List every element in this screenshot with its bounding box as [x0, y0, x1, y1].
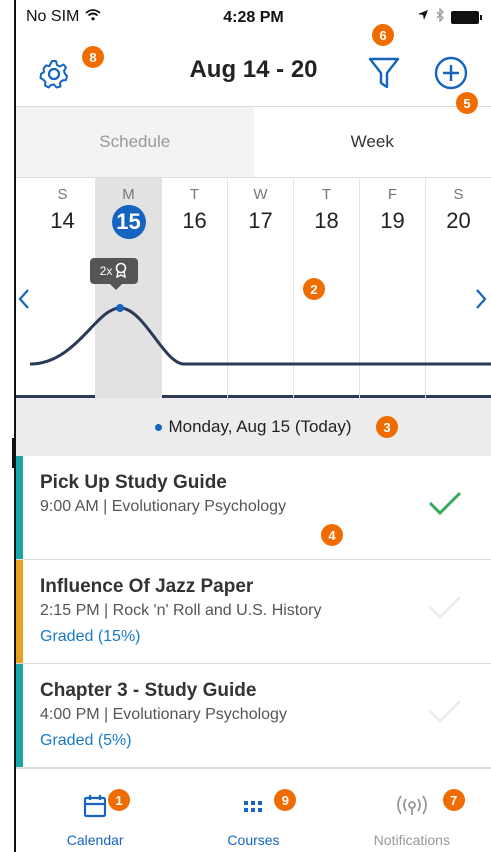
tab-notifications[interactable]: Notifications 7	[333, 769, 491, 852]
tab-calendar[interactable]: Calendar 1	[16, 769, 174, 852]
task-color-bar	[16, 456, 23, 559]
task-graded: Graded (15%)	[40, 628, 141, 645]
broadcast-icon	[396, 795, 428, 824]
date-section-label: Monday, Aug 15 (Today)	[168, 417, 352, 436]
calendar-icon	[82, 793, 108, 824]
workload-tooltip: 2x	[90, 258, 138, 290]
workload-curve	[29, 304, 491, 366]
bottom-tab-bar: Calendar 1 Courses 9 Notifications 7	[16, 768, 491, 852]
tooltip-count: 2x	[99, 264, 113, 278]
tab-week[interactable]: Week	[253, 107, 491, 177]
task-meta: 4:00 PM | Evolutionary Psychology	[40, 706, 287, 723]
tab-courses[interactable]: Courses 9	[174, 769, 332, 852]
today-dot	[155, 423, 163, 431]
task-title: Chapter 3 - Study Guide	[40, 680, 257, 701]
status-bar: No SIM 4:28 PM	[16, 0, 491, 34]
tab-label: Courses	[227, 832, 280, 848]
battery-icon	[451, 10, 482, 24]
date-section-header: Monday, Aug 15 (Today) 3	[16, 398, 491, 456]
tab-label: Notifications	[373, 832, 450, 848]
curve-peak-dot	[116, 304, 124, 312]
status-time: 4:28 PM	[223, 9, 284, 26]
badge-2: 2	[303, 278, 325, 300]
task-meta: 9:00 AM | Evolutionary Psychology	[40, 498, 287, 515]
badge-4: 4	[321, 524, 343, 546]
badge-1: 1	[108, 789, 130, 811]
task-title: Pick Up Study Guide	[40, 472, 227, 493]
app-screen: No SIM 4:28 PM 8 Aug 14 - 20 6 5 Schedul…	[14, 0, 491, 852]
task-title: Influence Of Jazz Paper	[40, 576, 254, 597]
settings-gear-icon[interactable]	[38, 58, 70, 90]
checkmark-icon[interactable]	[427, 490, 463, 521]
task-item[interactable]: Pick Up Study Guide 9:00 AM | Evolutiona…	[16, 456, 491, 560]
badge-6: 6	[372, 24, 394, 46]
chevron-right-icon[interactable]	[475, 288, 487, 317]
filter-funnel-icon[interactable]	[368, 56, 400, 90]
edge-mark	[0, 438, 14, 468]
badge-3: 3	[376, 416, 398, 438]
badge-8: 8	[82, 46, 104, 68]
chevron-left-icon[interactable]	[18, 288, 30, 317]
add-circle-icon[interactable]	[434, 56, 468, 90]
task-color-bar	[16, 560, 23, 663]
task-item[interactable]: Chapter 3 - Study Guide 4:00 PM | Evolut…	[16, 664, 491, 768]
task-graded: Graded (5%)	[40, 732, 132, 749]
nav-header: 8 Aug 14 - 20 6 5	[16, 24, 491, 114]
badge-9: 9	[274, 789, 297, 811]
checkmark-icon[interactable]	[427, 594, 463, 625]
badge-5: 5	[456, 92, 478, 114]
task-meta: 2:15 PM | Rock 'n' Roll and U.S. History	[40, 602, 322, 619]
grid-icon	[242, 797, 264, 824]
award-ribbon-icon	[114, 262, 128, 281]
task-item[interactable]: Influence Of Jazz Paper 2:15 PM | Rock '…	[16, 560, 491, 664]
view-segmented-control: Schedule Week	[16, 106, 491, 178]
week-strip: S 14 M 15 T 16 W 17 T 18 F 19 S 20 2x 2	[16, 178, 491, 398]
tab-schedule[interactable]: Schedule	[16, 107, 254, 177]
tab-label: Calendar	[66, 832, 124, 848]
page-title: Aug 14 - 20	[189, 56, 318, 83]
task-color-bar	[16, 664, 23, 767]
checkmark-icon[interactable]	[427, 698, 463, 729]
badge-7: 7	[442, 789, 465, 811]
